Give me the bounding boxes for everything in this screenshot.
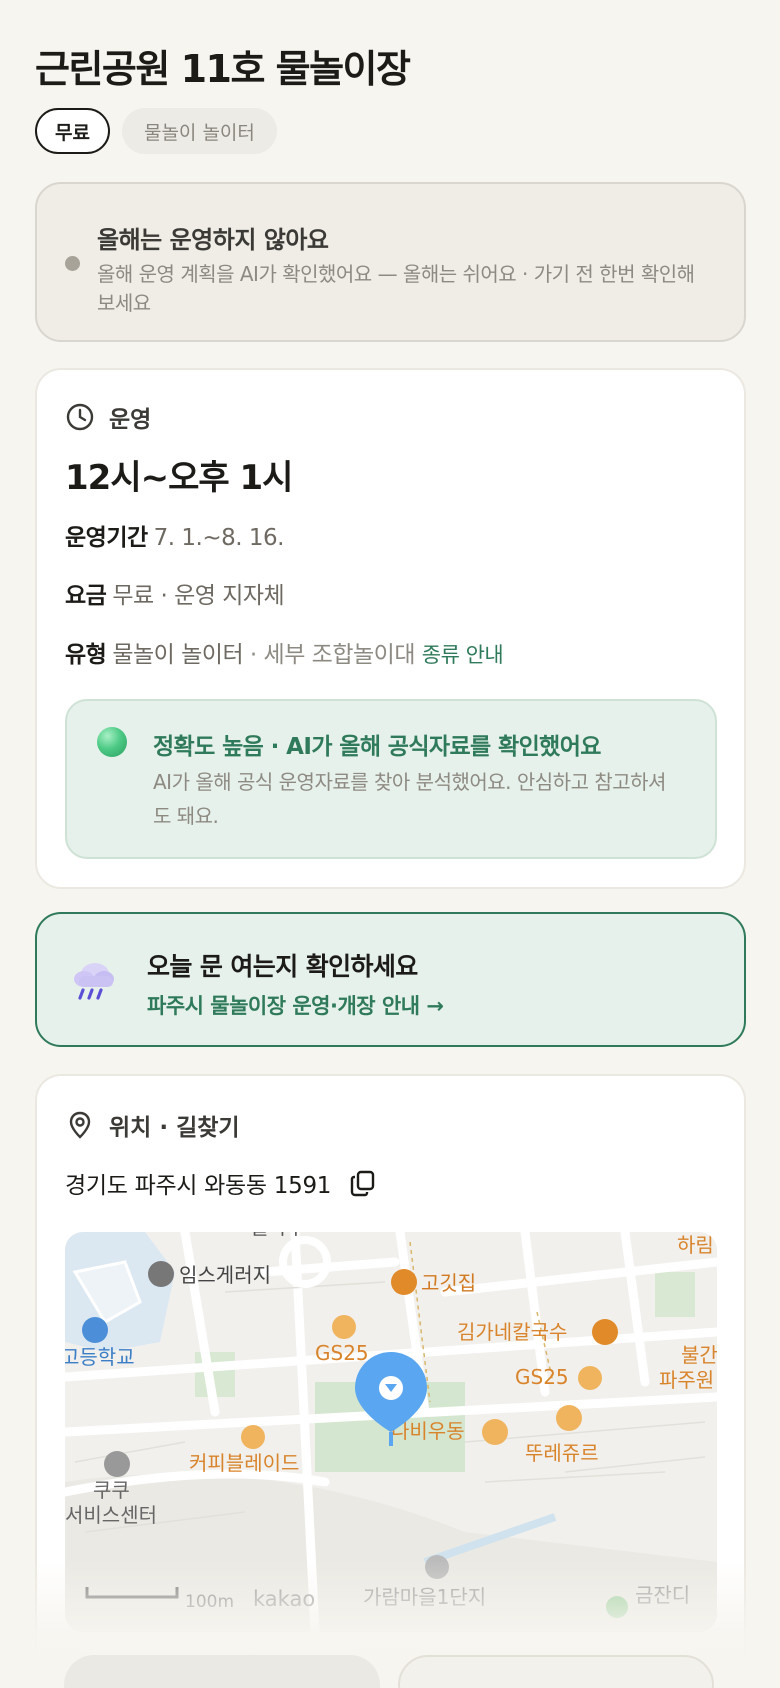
open-check-link[interactable]: 파주시 물놀이장 운영·개장 안내 →	[147, 990, 444, 1020]
accuracy-box: 정확도 높음 · AI가 올해 공식자료를 확인했어요 AI가 올해 공식 운영…	[65, 699, 717, 859]
status-dot	[65, 256, 80, 271]
address-row: 경기도 파주시 와동동 1591	[65, 1166, 377, 1200]
operation-label: 운영	[109, 407, 152, 433]
operation-header: 운영	[65, 400, 151, 434]
chip-free[interactable]: 무료	[35, 108, 110, 154]
notice-title: 올해는 운영하지 않아요	[97, 226, 329, 254]
page-title: 근린공원 11호 물놀이장	[35, 47, 411, 91]
map-label-gs25a: GS25	[315, 1341, 369, 1365]
period-label: 운영기간	[65, 525, 148, 551]
map-pin-icon	[69, 1111, 91, 1139]
operation-card: 운영 12시~오후 1시 운영기간 7. 1.~8. 16. 요금 무료 · 운영 …	[35, 368, 746, 889]
map-label-coffee: 커피블레이드	[189, 1451, 299, 1475]
map-label-service: 서비스센터	[65, 1503, 157, 1527]
share-button[interactable]	[398, 1655, 714, 1688]
copy-icon[interactable]	[349, 1169, 377, 1197]
accuracy-description: AI가 올해 공식 운영자료를 찾아 분석했어요. 안심하고 참고하셔도 돼요.	[153, 770, 666, 828]
fee-label: 요금	[65, 583, 107, 609]
map-label-top-right: 하림	[677, 1233, 714, 1257]
location-header: 위치 · 길찾기	[65, 1108, 240, 1142]
type-guide-link[interactable]: 종류 안내	[422, 643, 504, 667]
clock-icon	[66, 403, 94, 431]
map-label-gs25b: GS25	[515, 1365, 569, 1389]
map-label-bulgeun: 불간	[681, 1343, 717, 1367]
tag-chips: 무료 물놀이 놀이터	[35, 108, 277, 154]
accuracy-indicator-icon	[97, 727, 127, 757]
rain-cloud-icon	[74, 963, 114, 1000]
map-label-imsgeriji: 임스게러지	[179, 1263, 271, 1287]
page: 근린공원 11호 물놀이장 무료 물놀이 놀이터 올해는 운영하지 않아요 올해…	[0, 0, 780, 1688]
open-check-title: 오늘 문 여는지 확인하세요	[147, 952, 418, 981]
type-label: 유형	[65, 642, 107, 668]
type-value: 물놀이 놀이터	[112, 642, 244, 668]
map-label-paju: 파주원	[659, 1368, 714, 1392]
map-label-top: 월하우	[250, 1232, 305, 1239]
accuracy-title: 정확도 높음 · AI가 올해 공식자료를 확인했어요	[153, 734, 601, 760]
map-label-kuku: 쿠쿠	[93, 1478, 130, 1502]
directions-button[interactable]	[64, 1655, 380, 1688]
map-label-gogitjip: 고깃집	[421, 1271, 476, 1295]
fee-row: 요금 무료 · 운영 지자체	[65, 576, 285, 610]
location-label: 위치 · 길찾기	[109, 1115, 240, 1141]
open-check-card[interactable]: 오늘 문 여는지 확인하세요 파주시 물놀이장 운영·개장 안내 →	[35, 912, 746, 1047]
type-detail: · 세부 조합놀이대	[243, 642, 416, 668]
period-value: 7. 1.~8. 16.	[153, 525, 285, 551]
notice-description: 올해 운영 계획을 AI가 확인했어요 — 올해는 쉬어요 · 가기 전 한번 …	[97, 262, 695, 315]
map-label-school: 고등학교	[65, 1345, 135, 1369]
chip-type[interactable]: 물놀이 놀이터	[121, 108, 277, 154]
fee-value: 무료 · 운영 지자체	[112, 583, 285, 609]
map-label-gimga: 김가네칼국수	[457, 1320, 567, 1344]
status-notice-card: 올해는 운영하지 않아요 올해 운영 계획을 AI가 확인했어요 — 올해는 쉬…	[35, 182, 746, 342]
address-text: 경기도 파주시 와동동 1591	[65, 1173, 332, 1199]
map-label-tlejure: 뚜레쥬르	[525, 1441, 599, 1465]
type-row: 유형 물놀이 놀이터 · 세부 조합놀이대 종류 안내	[65, 635, 504, 669]
period-row: 운영기간 7. 1.~8. 16.	[65, 518, 284, 552]
operating-hours: 12시~오후 1시	[65, 458, 293, 498]
